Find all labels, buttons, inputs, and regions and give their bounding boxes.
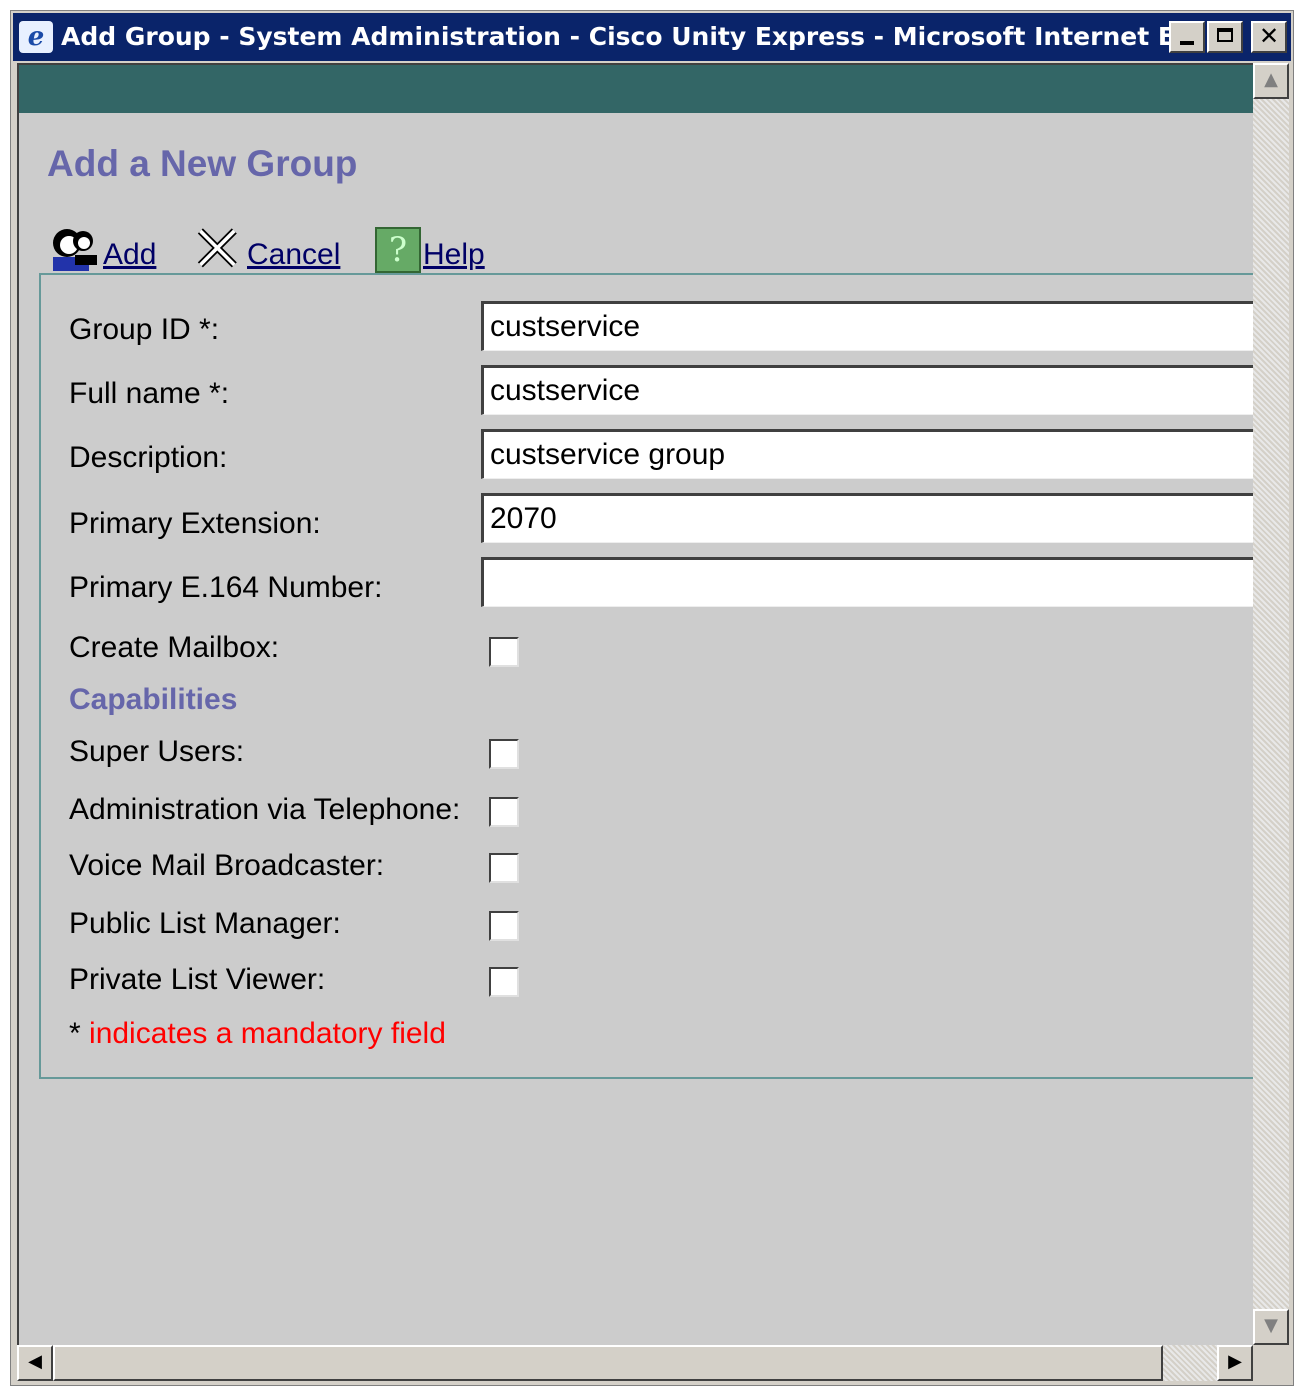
cancel-icon <box>197 228 237 268</box>
close-icon: ✕ <box>1258 22 1280 50</box>
cancel-label[interactable]: Cancel <box>247 237 340 273</box>
help-button[interactable]: ? Help <box>375 217 485 273</box>
primary-extension-label: Primary Extension: <box>69 507 321 540</box>
capabilities-heading: Capabilities <box>69 683 238 716</box>
public-list-manager-checkbox[interactable] <box>489 911 519 941</box>
mandatory-note: * indicates a mandatory field <box>69 1017 446 1051</box>
full-name-input[interactable]: custservice <box>481 365 1253 415</box>
group-form: Group ID *: custservice Full name *: cus… <box>39 273 1253 1079</box>
full-name-label: Full name *: <box>69 377 230 410</box>
help-icon: ? <box>375 227 421 273</box>
mandatory-star: * <box>69 1017 81 1050</box>
window-title: Add Group - System Administration - Cisc… <box>61 22 1171 51</box>
vertical-scrollbar[interactable]: ▲ ▼ <box>1253 63 1289 1345</box>
voice-mail-broadcaster-label: Voice Mail Broadcaster: <box>69 849 385 882</box>
add-user-icon <box>53 229 97 271</box>
header-band <box>19 65 1253 113</box>
admin-via-telephone-label: Administration via Telephone: <box>69 793 461 826</box>
primary-e164-input[interactable] <box>481 557 1253 607</box>
voice-mail-broadcaster-checkbox[interactable] <box>489 853 519 883</box>
horizontal-scrollbar[interactable]: ◀ ▶ <box>17 1345 1253 1381</box>
title-bar[interactable]: e Add Group - System Administration - Ci… <box>13 13 1291 61</box>
ie-logo-icon: e <box>19 21 53 53</box>
browser-window: e Add Group - System Administration - Ci… <box>10 10 1294 1386</box>
add-label[interactable]: Add <box>103 237 156 273</box>
scroll-left-button[interactable]: ◀ <box>17 1345 53 1381</box>
help-label[interactable]: Help <box>423 237 485 273</box>
group-id-label: Group ID *: <box>69 313 220 346</box>
super-users-label: Super Users: <box>69 735 245 768</box>
add-button[interactable]: Add <box>45 217 156 273</box>
horizontal-scroll-thumb[interactable] <box>53 1345 1163 1381</box>
scroll-right-button[interactable]: ▶ <box>1217 1345 1253 1381</box>
public-list-manager-label: Public List Manager: <box>69 907 341 940</box>
group-id-input[interactable]: custservice <box>481 301 1253 351</box>
create-mailbox-checkbox[interactable] <box>489 637 519 667</box>
maximize-button[interactable] <box>1207 21 1243 53</box>
description-input[interactable]: custservice group <box>481 429 1253 479</box>
scroll-up-button[interactable]: ▲ <box>1253 63 1289 99</box>
page-content: Add a New Group Add Cancel ? Help Group … <box>17 63 1253 1345</box>
minimize-button[interactable] <box>1169 21 1205 53</box>
minimize-icon <box>1180 41 1194 45</box>
super-users-checkbox[interactable] <box>489 739 519 769</box>
admin-via-telephone-checkbox[interactable] <box>489 797 519 827</box>
description-label: Description: <box>69 441 228 474</box>
arrow-left-icon: ◀ <box>28 1351 42 1372</box>
create-mailbox-label: Create Mailbox: <box>69 631 280 664</box>
maximize-icon <box>1217 28 1233 42</box>
primary-extension-input[interactable]: 2070 <box>481 493 1253 543</box>
arrow-down-icon: ▼ <box>1264 1315 1278 1336</box>
arrow-right-icon: ▶ <box>1228 1351 1242 1372</box>
mandatory-text: indicates a mandatory field <box>80 1017 446 1050</box>
arrow-up-icon: ▲ <box>1264 69 1278 90</box>
scroll-down-button[interactable]: ▼ <box>1253 1309 1289 1345</box>
scrollbar-corner <box>1253 1345 1289 1381</box>
primary-e164-label: Primary E.164 Number: <box>69 571 383 604</box>
close-button[interactable]: ✕ <box>1251 21 1287 53</box>
page-title: Add a New Group <box>47 143 358 184</box>
cancel-button[interactable]: Cancel <box>195 217 340 273</box>
private-list-viewer-label: Private List Viewer: <box>69 963 326 996</box>
private-list-viewer-checkbox[interactable] <box>489 967 519 997</box>
